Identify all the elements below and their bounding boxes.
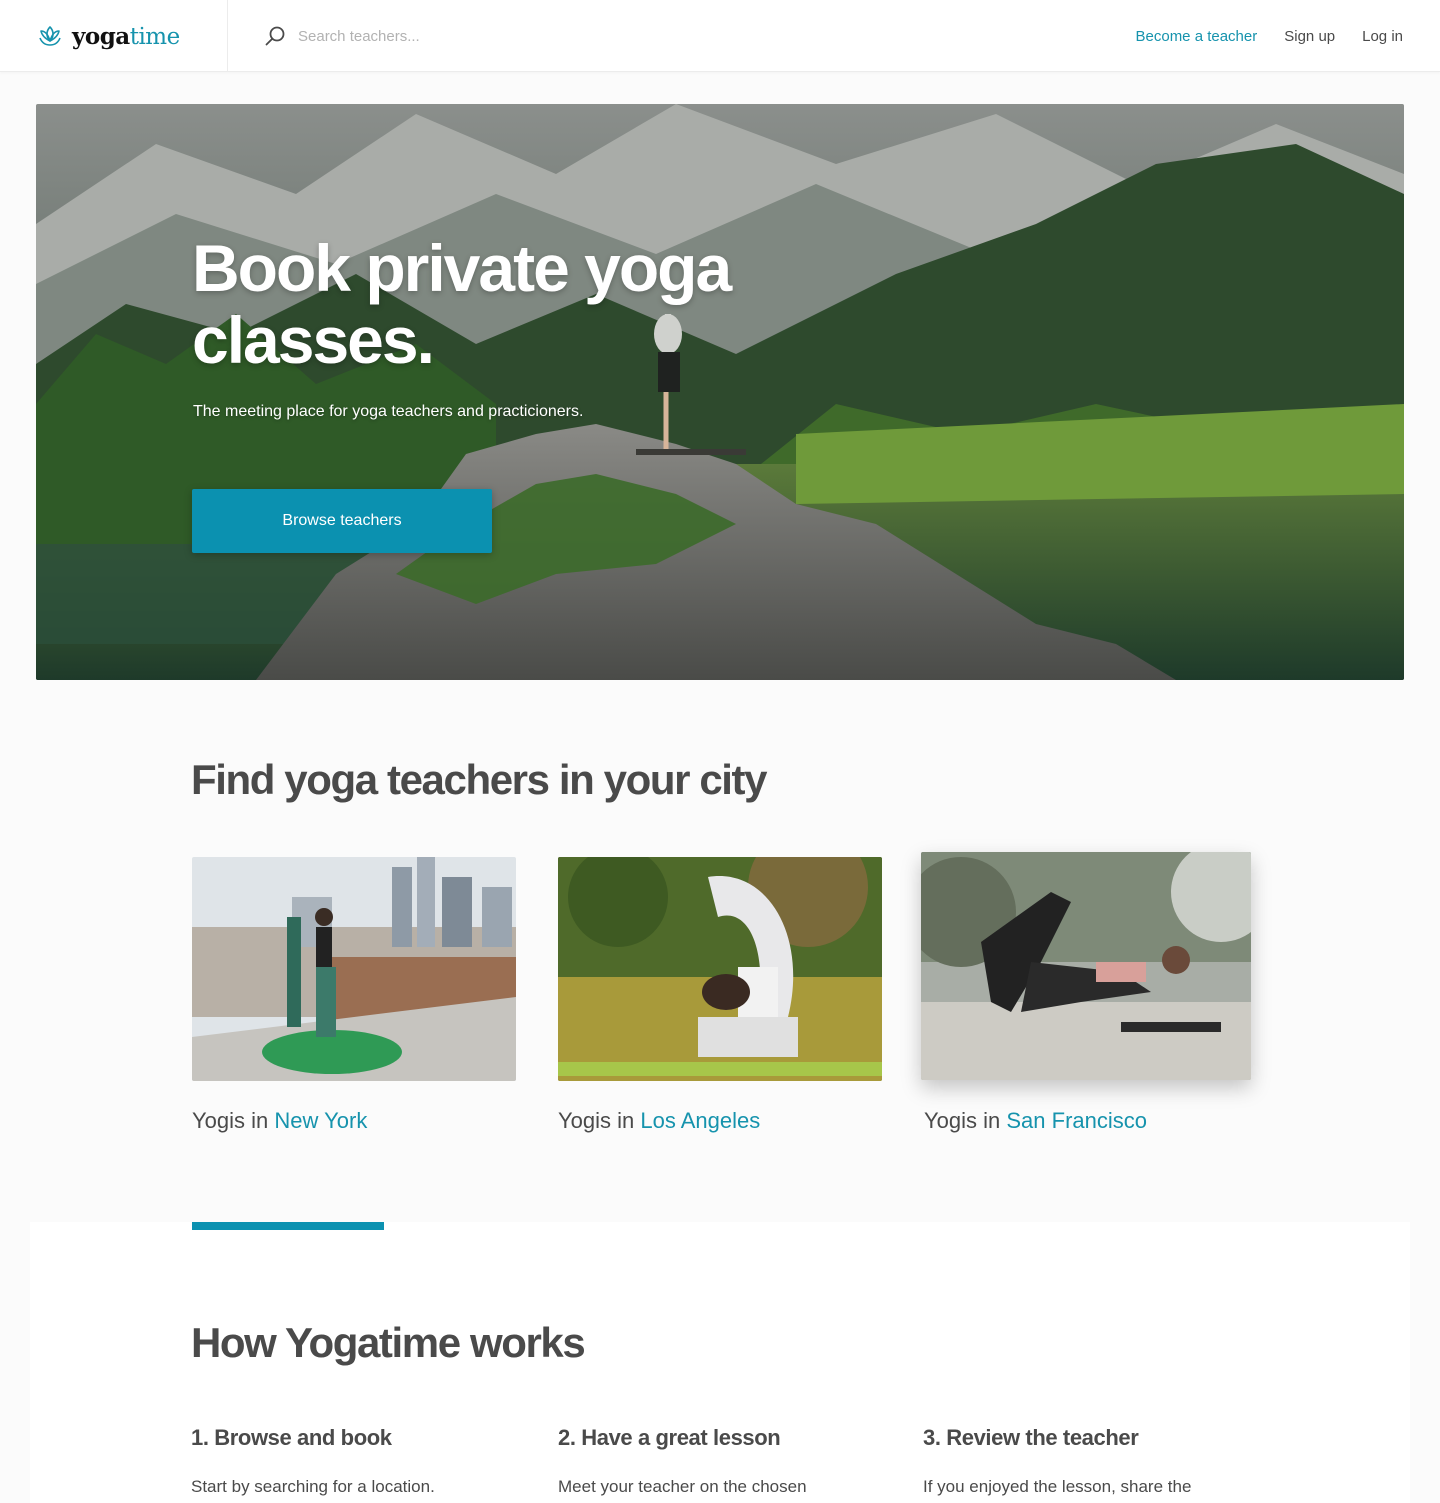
step-text: Start by searching for a location. (191, 1477, 435, 1496)
step-title: 1. Browse and book (191, 1425, 392, 1450)
logo-text-time: time (129, 23, 181, 50)
city-name-san-francisco[interactable]: San Francisco (1006, 1108, 1147, 1133)
city-name-los-angeles[interactable]: Los Angeles (640, 1108, 760, 1133)
city-prefix: Yogis in (924, 1108, 1001, 1133)
city-label-san-francisco[interactable]: Yogis in San Francisco (924, 1108, 1147, 1134)
city-prefix: Yogis in (192, 1108, 269, 1133)
city-image-los-angeles (558, 857, 882, 1081)
city-image-san-francisco (921, 852, 1251, 1080)
how-it-works-title: How Yogatime works (191, 1319, 586, 1366)
hero-background-image (36, 104, 1404, 680)
become-teacher-link[interactable]: Become a teacher (1136, 28, 1258, 45)
city-label-new-york[interactable]: Yogis in New York (192, 1108, 367, 1134)
cities-section-title: Find yoga teachers in your city (191, 756, 768, 803)
city-card-san-francisco[interactable]: Yogis in San Francisco (921, 852, 1251, 1133)
city-name-new-york[interactable]: New York (274, 1108, 367, 1133)
lotus-icon (39, 26, 61, 46)
logo-text: yogatime (72, 23, 180, 50)
step-title: 2. Have a great lesson (558, 1425, 781, 1450)
logo-text-yoga: yoga (72, 22, 130, 50)
top-bar: yogatime Become a teacher Sign up Log in (0, 0, 1440, 72)
city-label-los-angeles[interactable]: Yogis in Los Angeles (558, 1108, 760, 1134)
hero-subtitle: The meeting place for yoga teachers and … (193, 403, 584, 420)
search-bar (229, 0, 989, 72)
hero-title: Book private yoga classes. (192, 231, 732, 377)
search-icon (265, 26, 285, 46)
city-prefix: Yogis in (558, 1108, 635, 1133)
hero: Book private yoga classes. The meeting p… (36, 104, 1404, 680)
log-in-link[interactable]: Log in (1362, 28, 1403, 45)
top-nav: Become a teacher Sign up Log in (1136, 0, 1404, 72)
browse-teachers-button[interactable]: Browse teachers (192, 489, 492, 553)
section-accent-bar (192, 1222, 384, 1230)
step-browse-and-book: 1. Browse and book Start by searching fo… (191, 1425, 511, 1497)
sign-up-link[interactable]: Sign up (1284, 28, 1335, 45)
city-card-new-york[interactable]: Yogis in New York (192, 857, 516, 1133)
step-text: If you enjoyed the lesson, share the (923, 1477, 1192, 1496)
city-image-new-york (192, 857, 516, 1081)
city-card-los-angeles[interactable]: Yogis in Los Angeles (558, 857, 882, 1133)
logo[interactable]: yogatime (0, 0, 228, 72)
step-text: Meet your teacher on the chosen (558, 1477, 807, 1496)
step-great-lesson: 2. Have a great lesson Meet your teacher… (558, 1425, 878, 1497)
search-input[interactable] (298, 27, 898, 45)
step-review-teacher: 3. Review the teacher If you enjoyed the… (923, 1425, 1243, 1497)
step-title: 3. Review the teacher (923, 1425, 1139, 1450)
